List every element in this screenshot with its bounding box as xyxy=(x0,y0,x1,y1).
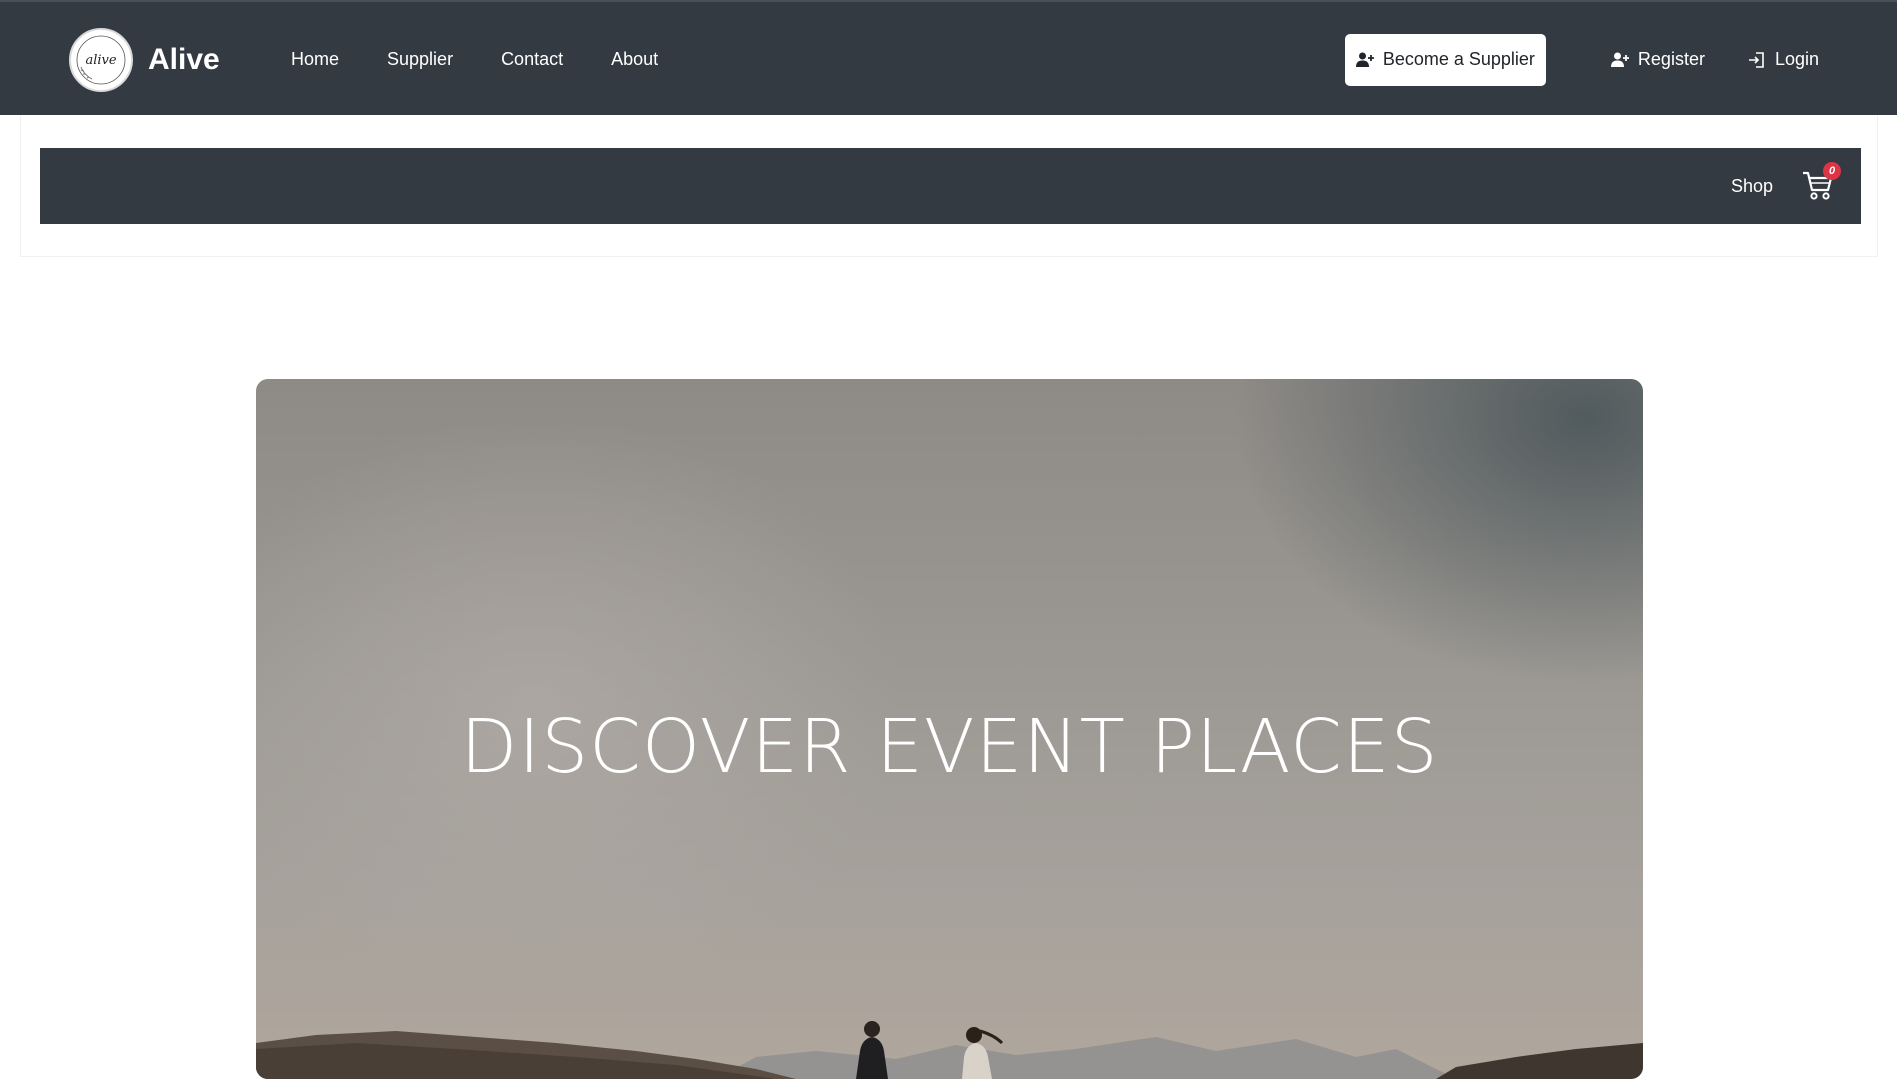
main-nav: Home Supplier Contact About xyxy=(267,2,682,117)
become-supplier-label: Become a Supplier xyxy=(1382,49,1535,69)
top-navbar: alive Alive Home Supplier Contact About … xyxy=(0,0,1897,115)
logo-text: alive xyxy=(85,53,116,68)
shop-bar-container: Shop 0 xyxy=(20,115,1878,257)
hero-banner: DISCOVER EVENT PLACES xyxy=(256,379,1643,1079)
shop-bar: Shop 0 xyxy=(40,148,1861,224)
nav-link-contact[interactable]: Contact xyxy=(477,49,587,70)
cart-count-badge: 0 xyxy=(1823,162,1841,180)
account-actions: Become a Supplier Register Login xyxy=(1344,2,1835,117)
register-link[interactable]: Register xyxy=(1594,49,1721,70)
cart-button[interactable]: 0 xyxy=(1801,162,1841,204)
nav-link-about[interactable]: About xyxy=(587,49,682,70)
logo-emblem-icon: alive xyxy=(76,35,126,85)
nav-link-home[interactable]: Home xyxy=(267,49,363,70)
register-label: Register xyxy=(1637,49,1705,69)
user-plus-icon xyxy=(1610,52,1629,67)
hero-title: DISCOVER EVENT PLACES xyxy=(460,704,1439,790)
brand-logo[interactable]: alive xyxy=(69,28,133,92)
login-icon xyxy=(1748,51,1764,68)
nav-link-supplier[interactable]: Supplier xyxy=(363,49,477,70)
brand[interactable]: alive Alive xyxy=(69,28,220,92)
login-label: Login xyxy=(1774,49,1819,69)
landscape-image xyxy=(256,1021,1643,1079)
user-plus-icon xyxy=(1355,52,1374,67)
brand-name[interactable]: Alive xyxy=(148,43,220,77)
become-supplier-button[interactable]: Become a Supplier xyxy=(1344,33,1546,86)
shop-link[interactable]: Shop xyxy=(1731,176,1773,197)
login-link[interactable]: Login xyxy=(1731,49,1835,70)
